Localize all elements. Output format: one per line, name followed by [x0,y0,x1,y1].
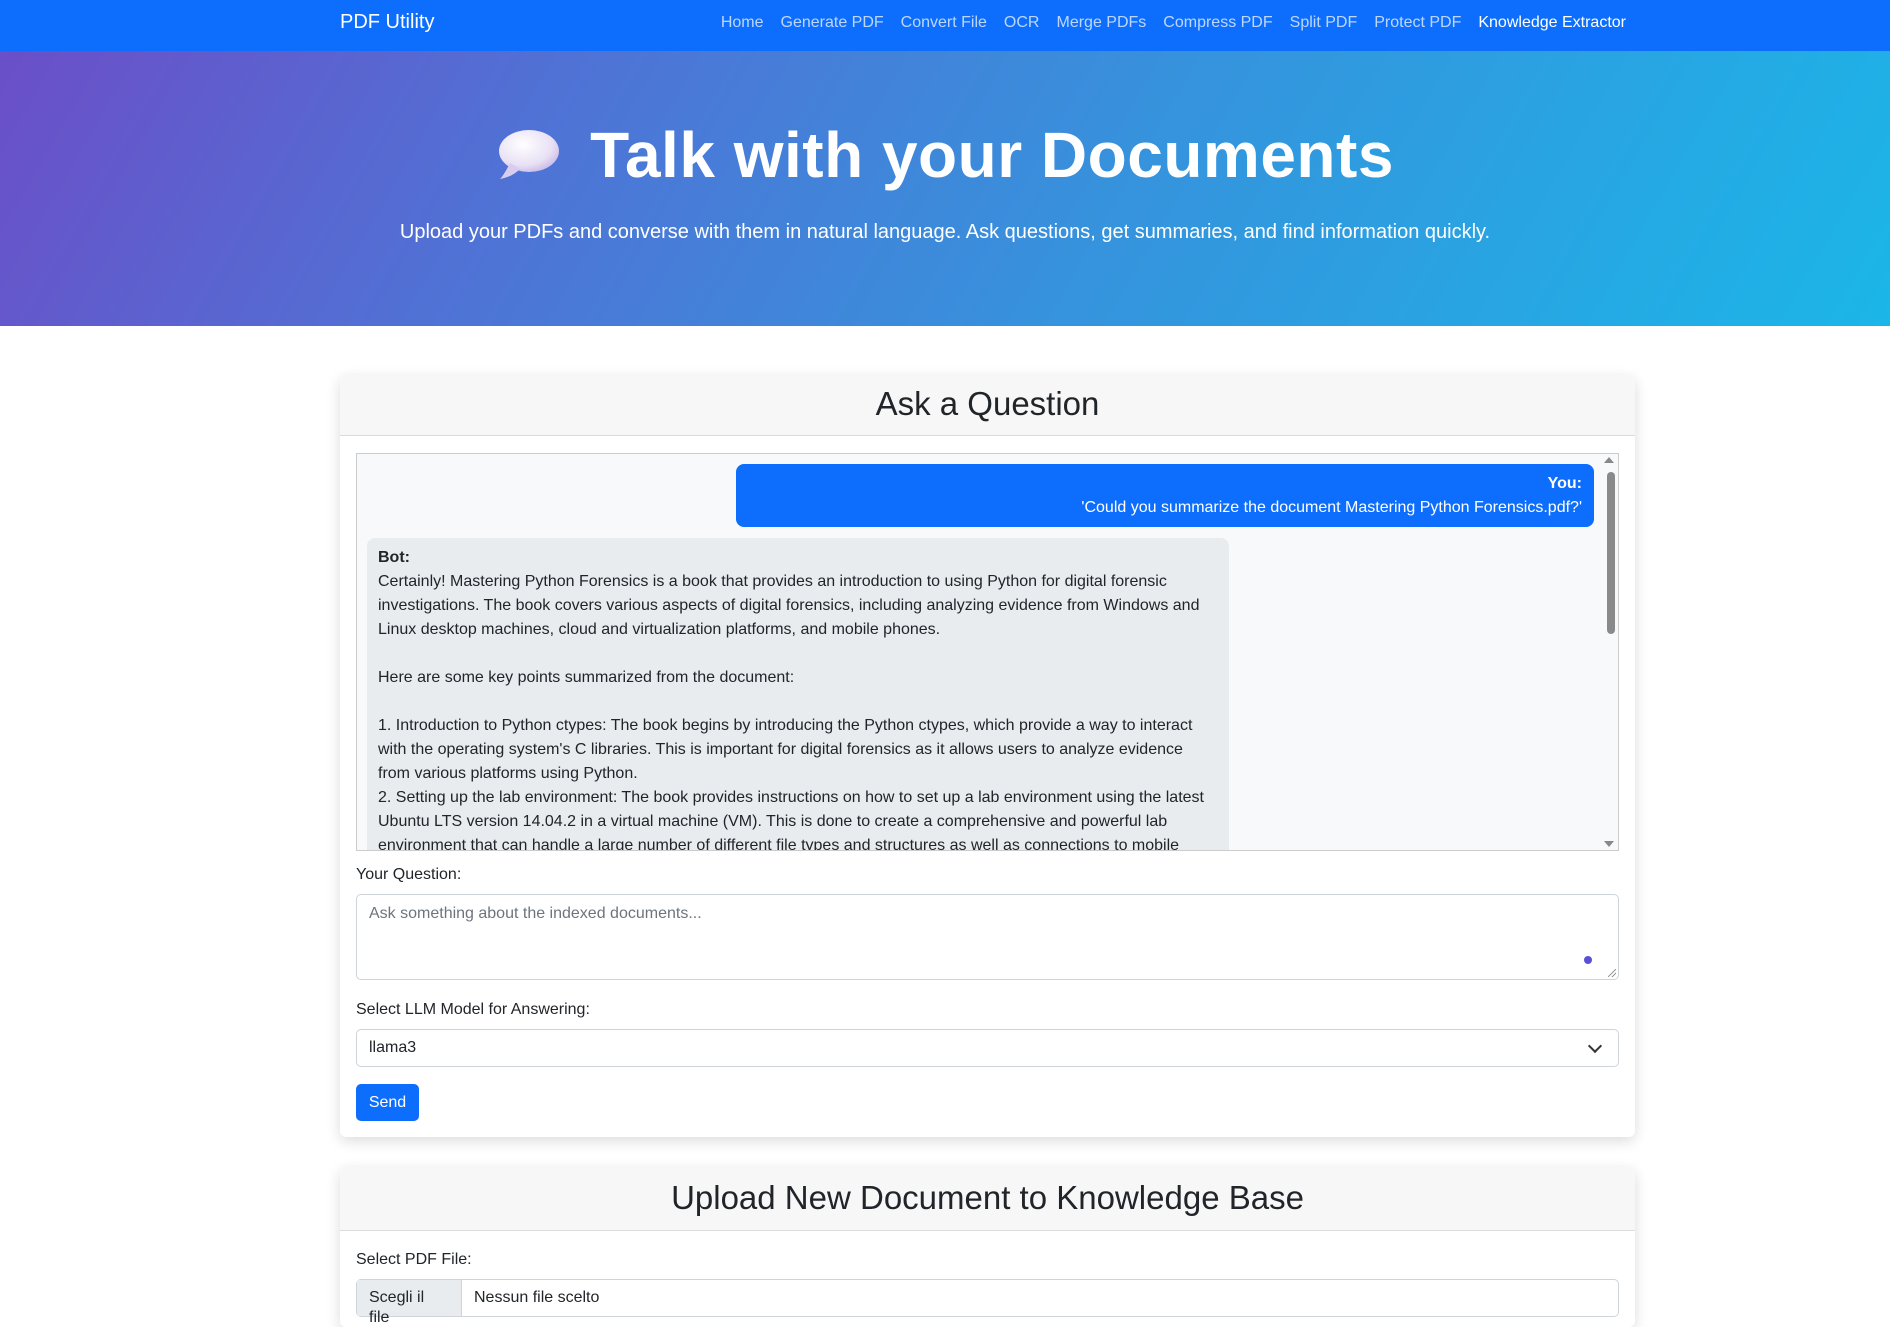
speech-balloon-icon [499,130,560,179]
chat-history[interactable]: You: 'Could you summarize the document M… [356,453,1619,851]
question-input[interactable]: Ask something about the indexed document… [356,894,1619,980]
nav-link-ocr[interactable]: OCR [1004,13,1040,33]
bot-line: 2. Setting up the lab environment: The b… [378,789,1204,806]
bot-line: Ubuntu LTS version 14.04.2 in a virtual … [378,813,1168,830]
question-label: Your Question: [356,866,462,883]
hero-title-row: Talk with your Documents [0,117,1890,193]
scroll-thumb[interactable] [1607,472,1615,634]
bot-line: Here are some key points summarized from… [378,669,795,686]
nav-link-home[interactable]: Home [721,13,764,33]
model-select[interactable]: llama3 [356,1029,1619,1067]
nav-link-convert-file[interactable]: Convert File [901,13,987,33]
bot-line: from various platforms using Python. [378,765,638,782]
nav-link-compress-pdf[interactable]: Compress PDF [1163,13,1272,33]
nav-links: Home Generate PDF Convert File OCR Merge… [721,13,1626,33]
send-button[interactable]: Send [356,1084,419,1121]
nav-link-split-pdf[interactable]: Split PDF [1290,13,1358,33]
bot-label: Bot: [378,549,410,566]
ask-question-card: Ask a Question You: 'Could you summarize… [340,375,1635,1137]
navbar: PDF Utility Home Generate PDF Convert Fi… [0,0,1890,51]
hero-subtitle: Upload your PDFs and converse with them … [399,221,1491,243]
chat-scrollbar[interactable] [1602,454,1618,850]
bot-line: investigations. The book covers various … [378,597,1200,614]
user-message-text: 'Could you summarize the document Master… [1081,499,1582,516]
file-label: Select PDF File: [356,1251,472,1268]
brand-logo[interactable]: PDF Utility [340,10,434,34]
bot-line: with the operating system's C libraries.… [378,741,1183,758]
page-title: Talk with your Documents [590,119,1394,191]
nav-link-knowledge-extractor[interactable]: Knowledge Extractor [1478,13,1626,33]
user-label: You: [1547,475,1582,492]
bot-line: environment that can handle a large numb… [378,837,1180,851]
bot-line: Certainly! Mastering Python Forensics is… [378,573,1167,590]
model-selected-value: llama3 [369,1039,417,1056]
nav-link-protect-pdf[interactable]: Protect PDF [1374,13,1461,33]
nav-link-generate-pdf[interactable]: Generate PDF [781,13,884,33]
upload-document-card: Upload New Document to Knowledge Base Se… [340,1167,1635,1327]
scroll-down-arrow-icon[interactable] [1604,841,1614,847]
bot-message: Bot: Certainly! Mastering Python Forensi… [367,538,1229,851]
ask-question-header: Ask a Question [340,375,1635,436]
file-input[interactable]: Scegli il file Nessun file scelto [356,1279,1619,1326]
hero-banner: Talk with your Documents Upload your PDF… [0,51,1890,326]
model-label: Select LLM Model for Answering: [356,1001,590,1018]
nav-link-merge-pdfs[interactable]: Merge PDFs [1056,13,1146,33]
bot-line: Linux desktop machines, cloud and virtua… [378,621,941,638]
chevron-down-icon [1587,1038,1603,1054]
user-message: You: 'Could you summarize the document M… [736,464,1594,527]
upload-document-header: Upload New Document to Knowledge Base [340,1167,1635,1231]
bot-line: 1. Introduction to Python ctypes: The bo… [378,717,1193,734]
file-status: Nessun file scelto [474,1289,600,1306]
question-placeholder: Ask something about the indexed document… [369,905,702,922]
resize-grip-icon[interactable] [1608,969,1616,977]
scroll-up-arrow-icon[interactable] [1604,457,1614,463]
input-indicator-dot [1584,956,1592,964]
